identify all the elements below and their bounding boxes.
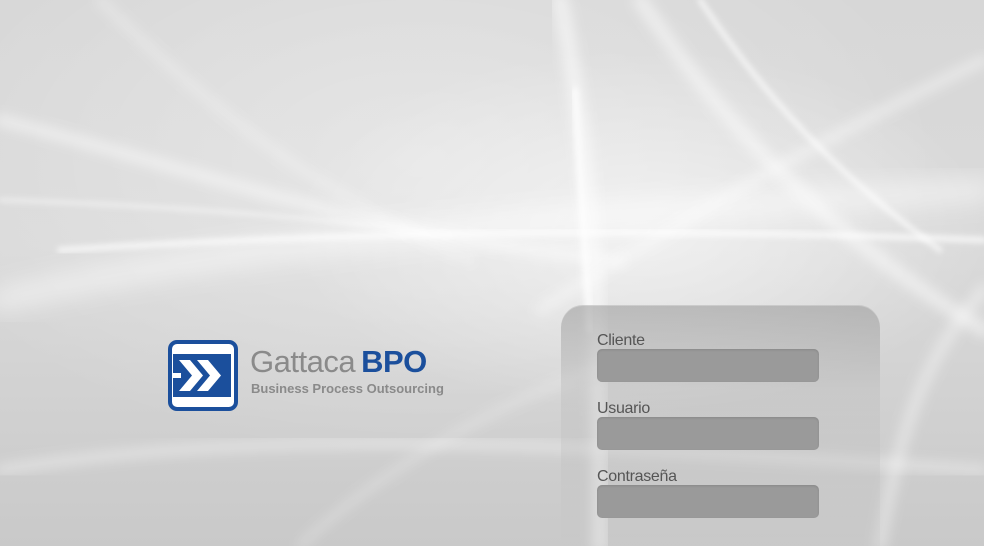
password-input[interactable] [597,485,819,518]
user-input[interactable] [597,417,819,450]
company-logo: Gattaca BPO Business Process Outsourcing [168,340,444,412]
password-label: Contraseña [597,468,677,485]
logo-name-main: Gattaca [250,344,356,379]
double-arrow-icon [168,340,238,411]
logo-name-accent: BPO [361,344,427,379]
client-input[interactable] [597,349,819,382]
user-label: Usuario [597,400,651,417]
logo-tagline: Business Process Outsourcing [251,381,444,396]
client-label: Cliente [597,332,645,349]
logo-name: Gattaca BPO [250,344,427,380]
login-panel: Cliente Usuario Contraseña [561,305,880,546]
